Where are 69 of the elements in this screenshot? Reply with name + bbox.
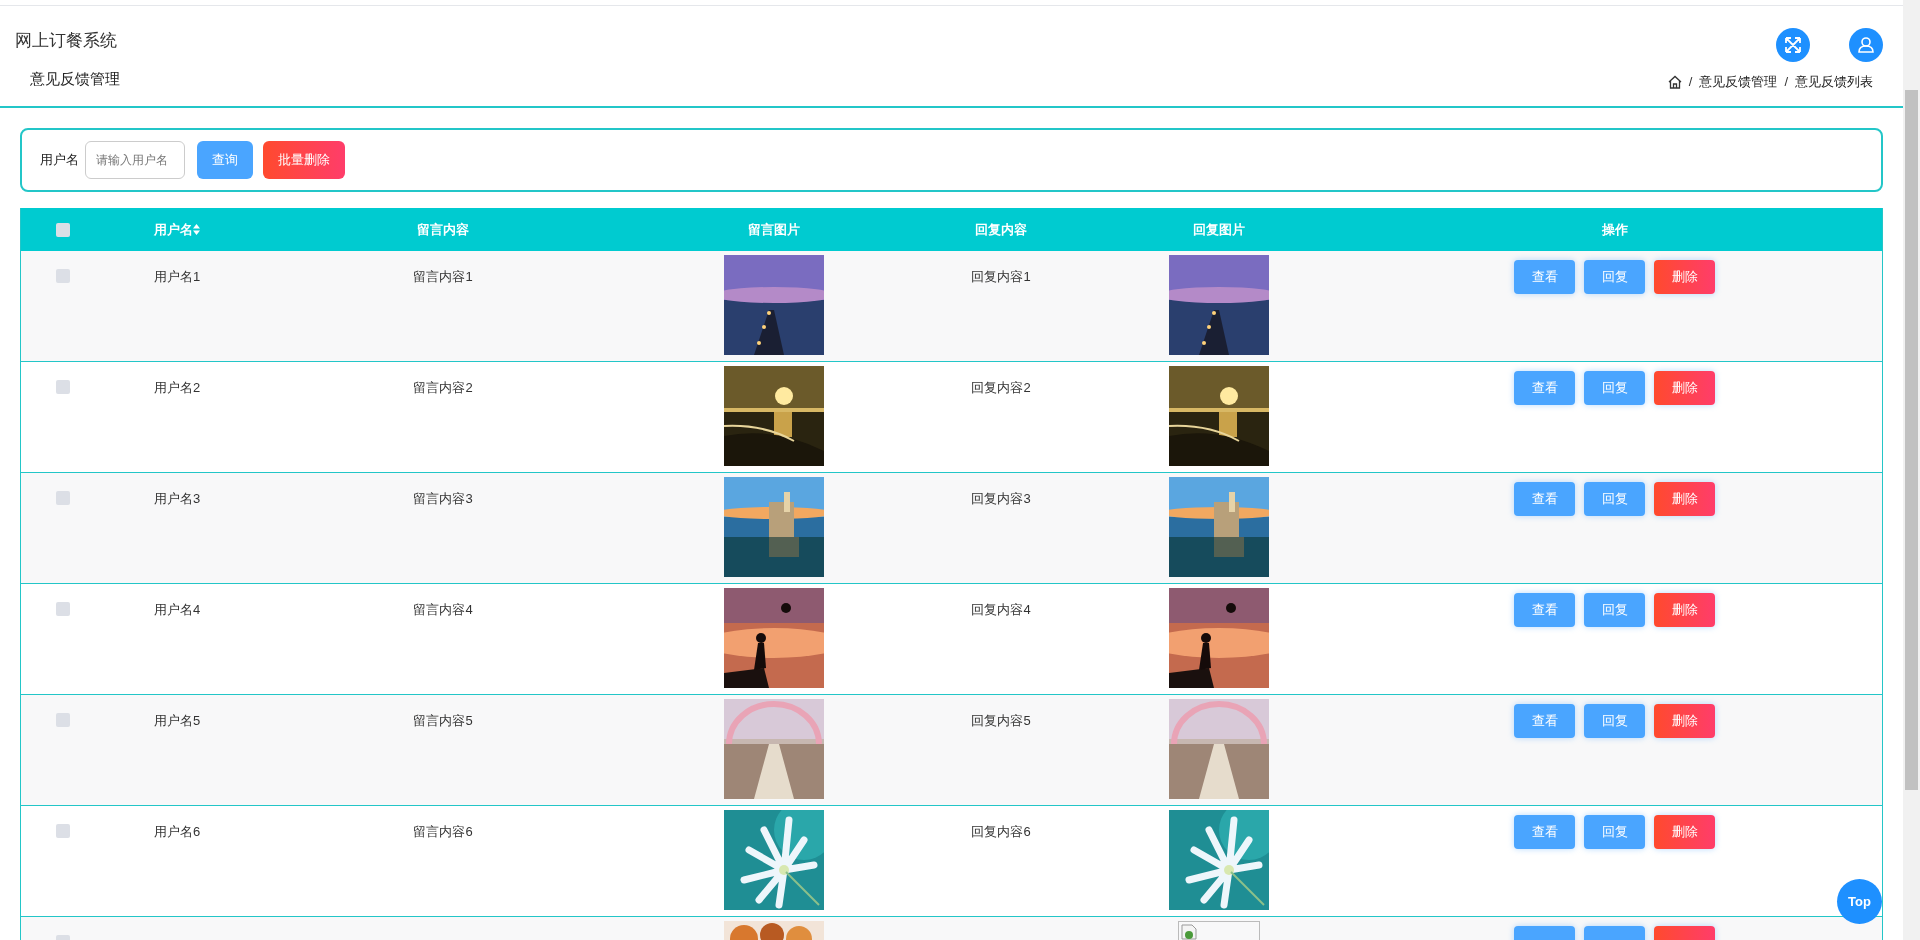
delete-button[interactable]: 删除 <box>1654 593 1715 627</box>
reply-button[interactable]: 回复 <box>1584 593 1645 627</box>
checkbox[interactable] <box>56 713 70 727</box>
breadcrumb-separator: / <box>1783 73 1789 91</box>
table-row[interactable]: 用户名1 留言内容1 回复内容1 查看 回复 删除 <box>21 251 1882 362</box>
user-icon <box>1857 36 1875 54</box>
table-row[interactable]: 用户名5 留言内容5 回复内容5 查看 回复 删除 <box>21 695 1882 806</box>
table-cell-text: 回复内容2 <box>971 379 1031 397</box>
table-cell-text: 留言内容3 <box>413 490 473 508</box>
search-label: 用户名 <box>40 151 79 170</box>
table-cell-text: 用户名1 <box>153 268 201 286</box>
view-button[interactable]: 查看 <box>1514 371 1575 405</box>
column-header: 回复图片 <box>1193 220 1245 239</box>
column-header: 操作 <box>1601 220 1628 239</box>
reply-button[interactable]: 回复 <box>1584 482 1645 516</box>
table-cell-text: 用户名5 <box>153 712 201 730</box>
table-row[interactable]: 用户名3 留言内容3 回复内容3 查看 回复 删除 <box>21 473 1882 584</box>
delete-button[interactable]: 删除 <box>1654 482 1715 516</box>
view-button[interactable]: 查看 <box>1514 482 1575 516</box>
view-button[interactable]: 查看 <box>1514 815 1575 849</box>
search-button[interactable]: 查询 <box>197 141 253 179</box>
delete-button[interactable]: 删除 <box>1654 815 1715 849</box>
table-cell-text: 用户名6 <box>153 823 201 841</box>
checkbox[interactable] <box>56 222 70 237</box>
view-button[interactable]: 查看 <box>1514 260 1575 294</box>
table-cell-text: 回复内容1 <box>971 268 1031 286</box>
table-cell-text: 用户名3 <box>153 490 201 508</box>
breadcrumb-link[interactable]: 意见反馈管理 <box>1699 72 1778 92</box>
column-header[interactable]: 用户名 <box>154 219 193 240</box>
reply-button[interactable]: 回复 <box>1584 815 1645 849</box>
table-cell-text: 留言内容6 <box>413 823 473 841</box>
fullscreen-button[interactable] <box>1776 28 1810 62</box>
table-cell-text: 用户名2 <box>153 379 201 397</box>
checkbox[interactable] <box>56 269 70 283</box>
delete-button[interactable]: 删除 <box>1654 704 1715 738</box>
view-button[interactable]: 查看 <box>1514 704 1575 738</box>
table-cell-text: 留言内容1 <box>413 268 473 286</box>
column-header: 留言图片 <box>748 220 800 239</box>
home-icon[interactable] <box>1667 74 1682 89</box>
view-button[interactable]: 查看 <box>1514 593 1575 627</box>
table-cell-text: 回复内容4 <box>971 601 1031 619</box>
sort-icon[interactable] <box>193 224 200 235</box>
checkbox[interactable] <box>56 602 70 616</box>
checkbox[interactable] <box>56 491 70 505</box>
batch-delete-button[interactable]: 批量删除 <box>263 141 345 179</box>
delete-button[interactable]: 删除 <box>1654 260 1715 294</box>
reply-button[interactable]: 回复 <box>1584 704 1645 738</box>
page-title: 意见反馈管理 <box>30 69 120 89</box>
breadcrumb-separator: / <box>1687 73 1694 91</box>
column-header: 回复内容 <box>975 220 1027 239</box>
table-cell-text: 留言内容4 <box>413 601 473 619</box>
table-cell-text: 回复内容3 <box>971 490 1031 508</box>
scrollbar[interactable] <box>1903 0 1920 940</box>
checkbox[interactable] <box>56 824 70 838</box>
breadcrumb-link[interactable]: 意见反馈列表 <box>1795 72 1873 92</box>
reply-button[interactable]: 回复 <box>1584 260 1645 294</box>
table-cell-text: 用户名4 <box>153 601 201 619</box>
table-cell-text: 留言内容2 <box>413 379 473 397</box>
expand-icon <box>1784 36 1802 54</box>
user-button[interactable] <box>1849 28 1883 62</box>
reply-button[interactable]: 回复 <box>1584 371 1645 405</box>
column-header: 留言内容 <box>417 220 469 239</box>
system-title: 网上订餐系统 <box>15 30 117 52</box>
table-cell-text: 回复内容5 <box>971 712 1031 730</box>
delete-button[interactable]: 删除 <box>1654 371 1715 405</box>
username-field[interactable]: 请输入用户名 <box>85 141 185 179</box>
table-cell-text: 留言内容5 <box>413 712 473 730</box>
table-cell-text: 回复内容6 <box>971 823 1031 841</box>
checkbox[interactable] <box>56 380 70 394</box>
